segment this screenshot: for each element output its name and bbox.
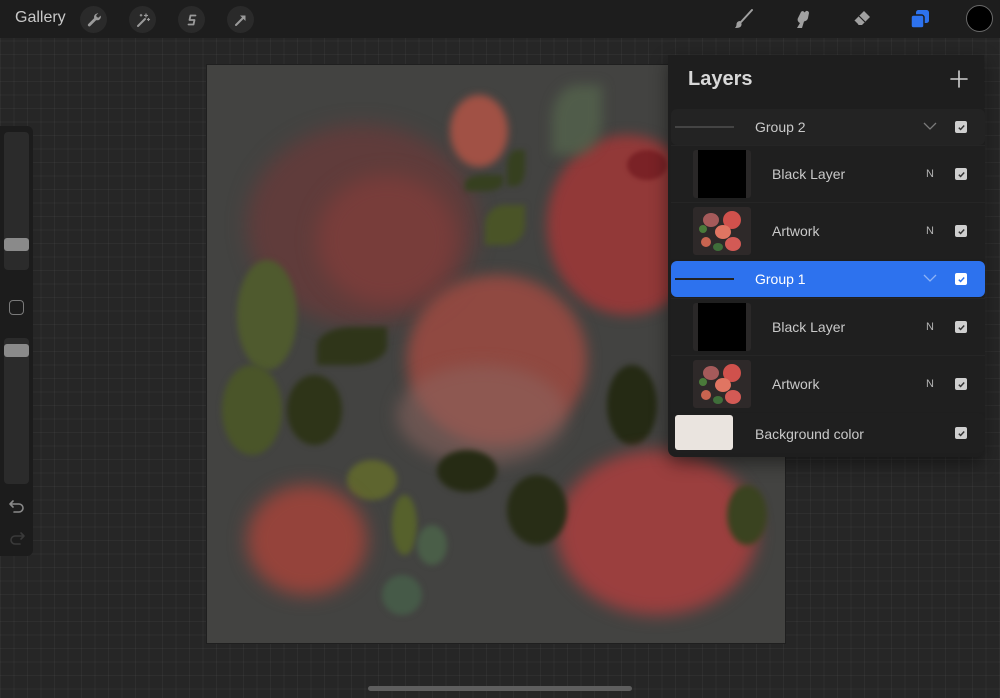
layers-panel: Layers Group 2 Black Layer N Artwork N G… [668, 55, 985, 457]
transform-button[interactable] [227, 6, 254, 33]
paintbrush-icon [735, 9, 753, 29]
artwork-leaf [382, 575, 422, 615]
magic-wand-icon [136, 12, 150, 27]
smudge-tool[interactable] [788, 5, 816, 33]
layer-group-row-selected[interactable]: Group 1 [671, 261, 985, 297]
layers-tool[interactable] [906, 5, 934, 33]
eraser-icon [853, 11, 870, 26]
layer-group-row[interactable]: Group 2 [671, 109, 985, 145]
chevron-down-icon[interactable] [923, 121, 937, 131]
artwork-leaf [417, 525, 447, 565]
checkmark-icon [957, 381, 965, 388]
color-picker-button[interactable] [966, 5, 993, 32]
layer-name: Black Layer [772, 166, 846, 182]
group-indicator [675, 126, 734, 128]
plus-icon [950, 70, 968, 88]
left-sidebar [0, 126, 33, 556]
artwork-leaf [347, 460, 397, 500]
arrow-cursor-icon [234, 15, 245, 26]
artwork-rose [317, 175, 457, 305]
home-indicator[interactable] [368, 686, 632, 691]
artwork-leaf [607, 365, 657, 445]
layer-name: Artwork [772, 223, 820, 239]
chevron-down-icon[interactable] [923, 273, 937, 283]
opacity-slider-thumb[interactable] [4, 344, 29, 357]
checkmark-icon [957, 124, 965, 131]
selection-button[interactable] [178, 6, 205, 33]
undo-button[interactable] [8, 498, 26, 514]
layer-row[interactable]: Black Layer N [671, 298, 985, 355]
visibility-checkbox[interactable] [955, 168, 967, 180]
artwork-leaf [437, 450, 497, 492]
redo-button[interactable] [8, 530, 26, 546]
blend-mode[interactable]: N [926, 321, 934, 333]
artwork-rose [397, 365, 567, 465]
wrench-icon [87, 12, 101, 26]
layer-thumbnail-black [693, 150, 751, 198]
selection-s-icon [187, 14, 196, 25]
layer-thumbnail-artwork [693, 207, 751, 255]
layer-name: Black Layer [772, 319, 846, 335]
artwork-leaf [237, 260, 297, 370]
gallery-button[interactable]: Gallery [15, 9, 66, 27]
artwork-bud [450, 95, 508, 167]
artwork-leaf [317, 327, 387, 365]
artwork-leaf [485, 205, 525, 245]
actions-button[interactable] [80, 6, 107, 33]
layers-icon [910, 10, 929, 29]
visibility-checkbox[interactable] [955, 378, 967, 390]
artwork-leaf [287, 375, 342, 445]
visibility-checkbox[interactable] [955, 121, 967, 133]
visibility-checkbox[interactable] [955, 427, 967, 439]
visibility-checkbox[interactable] [955, 321, 967, 333]
layer-name: Artwork [772, 376, 820, 392]
checkmark-icon [957, 276, 965, 283]
blend-mode[interactable]: N [926, 168, 934, 180]
checkmark-icon [957, 324, 965, 331]
layer-row[interactable]: Artwork N [671, 355, 985, 412]
undo-icon [9, 500, 24, 513]
redo-icon [10, 532, 25, 545]
checkmark-icon [957, 228, 965, 235]
checkmark-icon [957, 171, 965, 178]
eraser-tool[interactable] [848, 5, 876, 33]
background-color-row[interactable]: Background color [671, 413, 985, 453]
group-name: Group 2 [755, 119, 806, 135]
adjustments-button[interactable] [129, 6, 156, 33]
layer-row[interactable]: Black Layer N [671, 145, 985, 202]
blend-mode[interactable]: N [926, 378, 934, 390]
artwork-rose-center [627, 150, 667, 180]
artwork-leaf [727, 485, 767, 545]
artwork-leaf [465, 175, 503, 191]
artwork-leaf [507, 475, 567, 545]
add-layer-button[interactable] [948, 68, 970, 90]
layer-row[interactable]: Artwork N [671, 202, 985, 259]
blend-mode[interactable]: N [926, 225, 934, 237]
smudge-finger-icon [797, 10, 809, 29]
group-name: Group 1 [755, 271, 806, 287]
checkmark-icon [957, 430, 965, 437]
background-color-swatch[interactable] [675, 415, 733, 450]
top-toolbar: Gallery [0, 0, 1000, 38]
modify-button[interactable] [9, 300, 24, 315]
artwork-leaf [552, 85, 602, 155]
layer-thumbnail-black [693, 303, 751, 351]
layer-thumbnail-artwork [693, 360, 751, 408]
brush-tool[interactable] [730, 5, 758, 33]
visibility-checkbox[interactable] [955, 225, 967, 237]
artwork-rose [247, 485, 367, 595]
artwork-leaf [507, 150, 525, 186]
background-color-label: Background color [755, 426, 864, 442]
artwork-leaf [392, 495, 417, 555]
artwork-leaf [222, 365, 282, 455]
layers-panel-title: Layers [688, 68, 753, 90]
group-indicator [675, 278, 734, 280]
brush-size-slider-thumb[interactable] [4, 238, 29, 251]
visibility-checkbox[interactable] [955, 273, 967, 285]
opacity-slider[interactable] [4, 338, 29, 484]
artwork-rose [557, 450, 757, 615]
